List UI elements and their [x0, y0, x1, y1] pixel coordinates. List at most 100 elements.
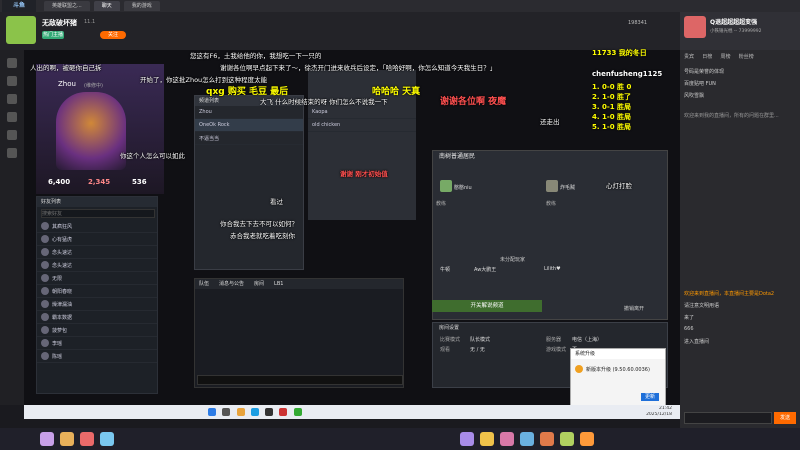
- gift-icon[interactable]: [520, 432, 534, 446]
- friend-name: 霸本数据: [52, 314, 73, 321]
- send-button[interactable]: 发送: [774, 412, 796, 424]
- follow-button[interactable]: 关注: [100, 31, 126, 39]
- setting-key: 游戏模式: [546, 347, 567, 353]
- friend-row[interactable]: 李瑶: [37, 337, 157, 350]
- friend-avatar: [41, 300, 49, 308]
- gift-bar: [0, 428, 800, 450]
- friend-name: 心有猛虎: [52, 236, 73, 243]
- friend-row[interactable]: 燥津漏油: [37, 298, 157, 311]
- message-icon[interactable]: [7, 148, 17, 158]
- sidebar-tab[interactable]: 日榜: [702, 53, 712, 60]
- gift-icon[interactable]: [460, 432, 474, 446]
- dialog-ok-button[interactable]: 更新: [641, 393, 659, 401]
- chat-tab[interactable]: 队伍: [199, 279, 209, 289]
- setting-value[interactable]: 无 / 无: [470, 346, 485, 353]
- gift-icon[interactable]: [580, 432, 594, 446]
- chat-tab[interactable]: LB1: [274, 279, 283, 289]
- friend-row[interactable]: 朝阳春晓: [37, 285, 157, 298]
- game-icon[interactable]: [7, 130, 17, 140]
- setting-value[interactable]: 队长模式: [470, 336, 490, 343]
- sidebar-avatar[interactable]: [684, 16, 706, 38]
- sidebar-tab[interactable]: 贵宾: [684, 53, 694, 60]
- friend-row[interactable]: 其疯狂风: [37, 220, 157, 233]
- browser-tab[interactable]: 英雄联盟之...: [44, 1, 90, 11]
- home-icon[interactable]: [7, 58, 17, 68]
- friend-list-header: 好友列表: [37, 197, 157, 207]
- app-icon[interactable]: [279, 408, 288, 416]
- browser-tab[interactable]: 我的游戏: [123, 1, 160, 11]
- friend-row[interactable]: 念头速达: [37, 259, 157, 272]
- folder-icon[interactable]: [236, 408, 245, 416]
- setting-value[interactable]: 电信（上海）: [572, 336, 602, 343]
- gift-icon[interactable]: [80, 432, 94, 446]
- lobby-player[interactable]: Kaopa: [308, 106, 416, 119]
- gift-icon[interactable]: [560, 432, 574, 446]
- follow-icon[interactable]: [7, 76, 17, 86]
- gift-icon[interactable]: [60, 432, 74, 446]
- gift-icon[interactable]: [40, 432, 54, 446]
- sidebar-tab[interactable]: 周榜: [721, 53, 731, 60]
- sidebar-tab[interactable]: 粉丝榜: [739, 53, 754, 60]
- sidebar-chat-input[interactable]: [684, 412, 772, 424]
- start-channel-button[interactable]: 开关解说频道: [432, 300, 542, 312]
- streamer-level: 11.1: [84, 19, 96, 25]
- gift-icon[interactable]: [500, 432, 514, 446]
- category-icon[interactable]: [7, 94, 17, 104]
- danmaku: 你合我去下去不可以如何？: [220, 220, 298, 228]
- browser-icon[interactable]: [250, 408, 259, 416]
- unassigned-player[interactable]: Aw大鹏王: [474, 266, 496, 273]
- follow-count: 198341: [628, 20, 648, 26]
- friend-row[interactable]: 霸本数据: [37, 311, 157, 324]
- warning-icon: [575, 365, 583, 373]
- friend-row[interactable]: 菠萝包: [37, 324, 157, 337]
- danmaku: 谢谢 刚才初始值: [340, 170, 388, 178]
- sidebar-chat-msg: 666: [684, 326, 694, 332]
- gift-icon[interactable]: [540, 432, 554, 446]
- chat-input[interactable]: [197, 375, 403, 385]
- rank-board-row: 5. 1-0 胜局: [592, 123, 632, 131]
- friend-row[interactable]: 心有猛虎: [37, 233, 157, 246]
- chat-tab[interactable]: 房间: [254, 279, 264, 289]
- rank-row[interactable]: 百度贴吧 FUN: [684, 80, 796, 90]
- streamer-name: 无敌破坏猪: [42, 19, 77, 27]
- chat-tab[interactable]: 消息与公告: [219, 279, 244, 289]
- channel-item[interactable]: Zhou: [195, 106, 303, 119]
- channel-item[interactable]: OneOk Rock: [195, 119, 303, 132]
- friend-avatar: [41, 222, 49, 230]
- friend-row[interactable]: 念头速达: [37, 246, 157, 259]
- friend-row[interactable]: 无限: [37, 272, 157, 285]
- dialog-title: 系统升级: [571, 349, 665, 359]
- danmaku: 赤合我老就吃着吃刻你: [230, 232, 295, 240]
- friend-search-input[interactable]: [41, 209, 155, 218]
- unassigned-player[interactable]: Lilith♥: [544, 266, 561, 272]
- site-logo[interactable]: 斗鱼: [2, 0, 36, 12]
- hot-badge: 热门主播: [42, 31, 64, 39]
- sidebar-chat-msg: 来了: [684, 315, 695, 321]
- search-icon[interactable]: [222, 408, 231, 416]
- channel-list-panel: 频道列表 Zhou OneOk Rock 不逼当当: [194, 95, 304, 270]
- streamer-avatar[interactable]: [6, 16, 36, 44]
- rank-board-row: 2. 1-0 胜了: [592, 93, 632, 101]
- leave-button[interactable]: 撤销离开: [624, 305, 644, 312]
- gift-icon[interactable]: [480, 432, 494, 446]
- friend-row[interactable]: 陈瑶: [37, 350, 157, 363]
- friend-name: 念头速达: [52, 249, 73, 256]
- video-icon[interactable]: [7, 112, 17, 122]
- friend-avatar: [41, 235, 49, 243]
- rank-row[interactable]: 风吹雪飘: [684, 92, 796, 102]
- stat-value: 536: [132, 178, 147, 186]
- steam-icon[interactable]: [265, 408, 274, 416]
- channel-item[interactable]: 不逼当当: [195, 132, 303, 145]
- chat-app-icon[interactable]: [293, 408, 302, 416]
- start-icon[interactable]: [208, 408, 217, 416]
- unassigned-player[interactable]: 牛顿: [440, 266, 450, 273]
- windows-taskbar: 21:42 2025/12/18: [24, 405, 680, 419]
- team-role: 教练: [436, 201, 447, 207]
- browser-tab[interactable]: 聊天: [93, 1, 120, 11]
- gift-icon[interactable]: [100, 432, 114, 446]
- lobby-player[interactable]: old chicken: [308, 119, 416, 132]
- friend-name: 其疯狂风: [52, 223, 73, 230]
- danmaku: 还走出: [540, 118, 560, 126]
- rank-row[interactable]: 号码是荣誉的体现: [684, 68, 796, 78]
- danmaku: 人出的啊，被砸你自己拆: [30, 64, 102, 72]
